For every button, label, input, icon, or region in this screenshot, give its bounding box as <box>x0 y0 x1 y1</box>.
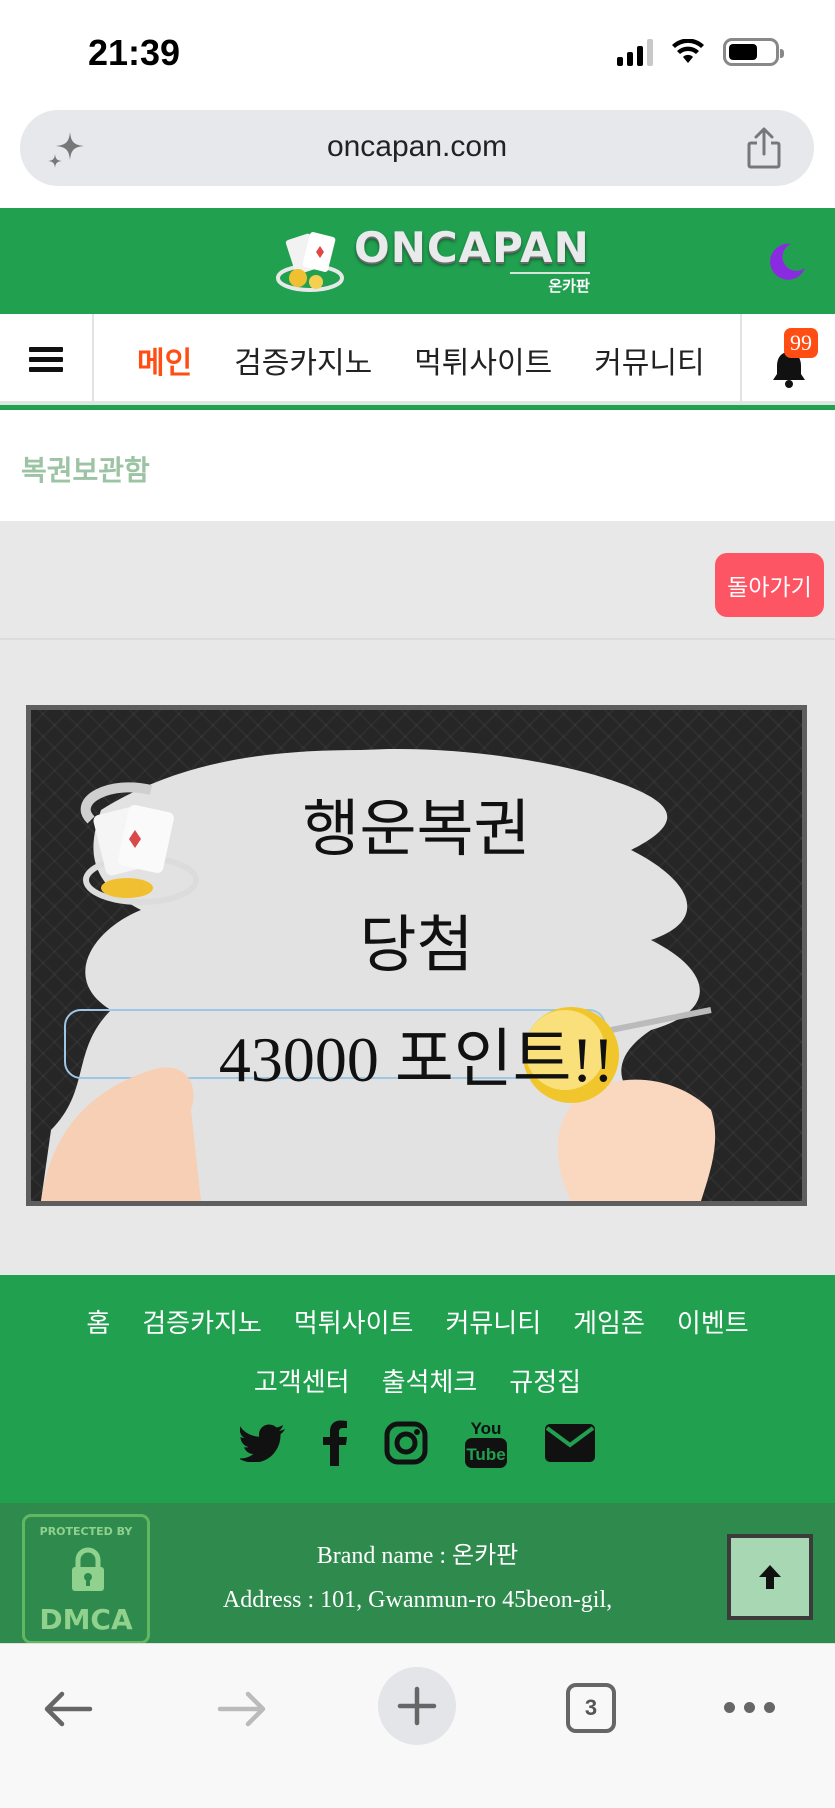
footer-link-attendance[interactable]: 출석체크 <box>382 1362 478 1399</box>
twitter-icon[interactable] <box>239 1424 286 1462</box>
notification-badge: 99 <box>784 328 818 358</box>
logo-subtext: 온카판 <box>509 272 590 296</box>
new-tab-button[interactable] <box>378 1667 456 1745</box>
lock-icon <box>72 1547 104 1591</box>
nav-item-verified-casino[interactable]: 검증카지노 <box>213 338 393 382</box>
svg-text:You: You <box>470 1419 501 1438</box>
menu-button[interactable] <box>0 314 94 405</box>
battery-icon <box>723 38 784 66</box>
footer-link-home[interactable]: 홈 <box>86 1303 110 1340</box>
tabs-button[interactable]: 3 <box>566 1683 616 1733</box>
forward-arrow-icon[interactable] <box>216 1689 268 1729</box>
divider <box>0 638 835 640</box>
footer-info-section: PROTECTED BY DMCA Brand name : 온카판 Addre… <box>0 1503 835 1644</box>
footer-link-community[interactable]: 커뮤니티 <box>445 1303 541 1340</box>
youtube-icon[interactable]: You Tube <box>464 1417 508 1469</box>
social-links: You Tube <box>0 1417 835 1469</box>
dmca-bottom-text: DMCA <box>39 1603 133 1636</box>
footer-address: Address : 101, Gwanmun-ro 45beon-gil, <box>222 1587 613 1613</box>
status-icons <box>617 38 784 66</box>
instagram-icon[interactable] <box>384 1421 428 1465</box>
status-time: 21:39 <box>88 32 181 73</box>
nav-item-main[interactable]: 메인 <box>94 338 213 382</box>
footer-link-rules[interactable]: 규정집 <box>509 1362 581 1399</box>
facebook-icon[interactable] <box>322 1420 348 1466</box>
nav-item-community[interactable]: 커뮤니티 <box>573 338 725 382</box>
plus-icon <box>397 1686 437 1726</box>
scroll-to-top-button[interactable] <box>727 1534 813 1620</box>
main-content: 돌아가기 행운복권 당첨 43000 포인트!! <box>0 521 835 1275</box>
footer: 홈 검증카지노 먹튀사이트 커뮤니티 게임존 이벤트 고객센터 출석체크 규정집… <box>0 1275 835 1503</box>
logo-cards-icon <box>276 232 344 292</box>
breadcrumb: 복권보관함 <box>0 415 835 521</box>
dmca-top-text: PROTECTED BY <box>39 1525 133 1538</box>
wifi-icon <box>672 39 704 63</box>
back-arrow-icon[interactable] <box>42 1689 94 1729</box>
dmca-badge[interactable]: PROTECTED BY DMCA <box>22 1514 150 1644</box>
browser-toolbar: 3 <box>0 1643 835 1808</box>
more-options-icon[interactable] <box>724 1702 775 1713</box>
status-bar: 21:39 <box>0 0 835 105</box>
dark-mode-moon-icon[interactable] <box>767 242 807 282</box>
footer-brand-name: Brand name : 온카판 <box>316 1543 519 1569</box>
email-icon[interactable] <box>544 1423 596 1463</box>
url-text[interactable]: oncapan.com <box>20 130 814 164</box>
banner-subtitle: 당첨 <box>359 908 474 981</box>
svg-text:Tube: Tube <box>466 1445 505 1464</box>
page-title: 복권보관함 <box>21 454 150 487</box>
footer-link-verified-casino[interactable]: 검증카지노 <box>142 1303 262 1340</box>
main-nav: 메인 검증카지노 먹튀사이트 커뮤니티 99 <box>0 314 835 410</box>
banner-points: 43000 포인트!! <box>218 1024 615 1095</box>
footer-link-scam-sites[interactable]: 먹튀사이트 <box>294 1303 414 1340</box>
nav-items: 메인 검증카지노 먹튀사이트 커뮤니티 <box>94 314 740 405</box>
back-button[interactable]: 돌아가기 <box>715 553 824 617</box>
banner-title: 행운복권 <box>302 792 531 865</box>
footer-link-game-zone[interactable]: 게임존 <box>573 1303 645 1340</box>
share-icon[interactable] <box>744 126 784 170</box>
site-header: ONCAPAN 온카판 <box>0 208 835 314</box>
site-logo[interactable]: ONCAPAN 온카판 <box>276 226 590 296</box>
footer-links: 홈 검증카지노 먹튀사이트 커뮤니티 게임존 이벤트 고객센터 출석체크 규정집 <box>0 1303 835 1421</box>
logo-text: ONCAPAN <box>354 223 590 272</box>
nav-item-scam-sites[interactable]: 먹튀사이트 <box>393 338 573 382</box>
footer-link-customer-center[interactable]: 고객센터 <box>254 1362 350 1399</box>
notification-button[interactable]: 99 <box>740 314 835 405</box>
address-bar[interactable]: oncapan.com <box>20 110 814 186</box>
footer-link-events[interactable]: 이벤트 <box>677 1303 749 1340</box>
cellular-signal-icon <box>617 38 653 66</box>
hamburger-icon <box>29 342 63 377</box>
arrow-up-icon <box>759 1565 781 1589</box>
lottery-result-banner: 행운복권 당첨 43000 포인트!! <box>26 705 807 1206</box>
